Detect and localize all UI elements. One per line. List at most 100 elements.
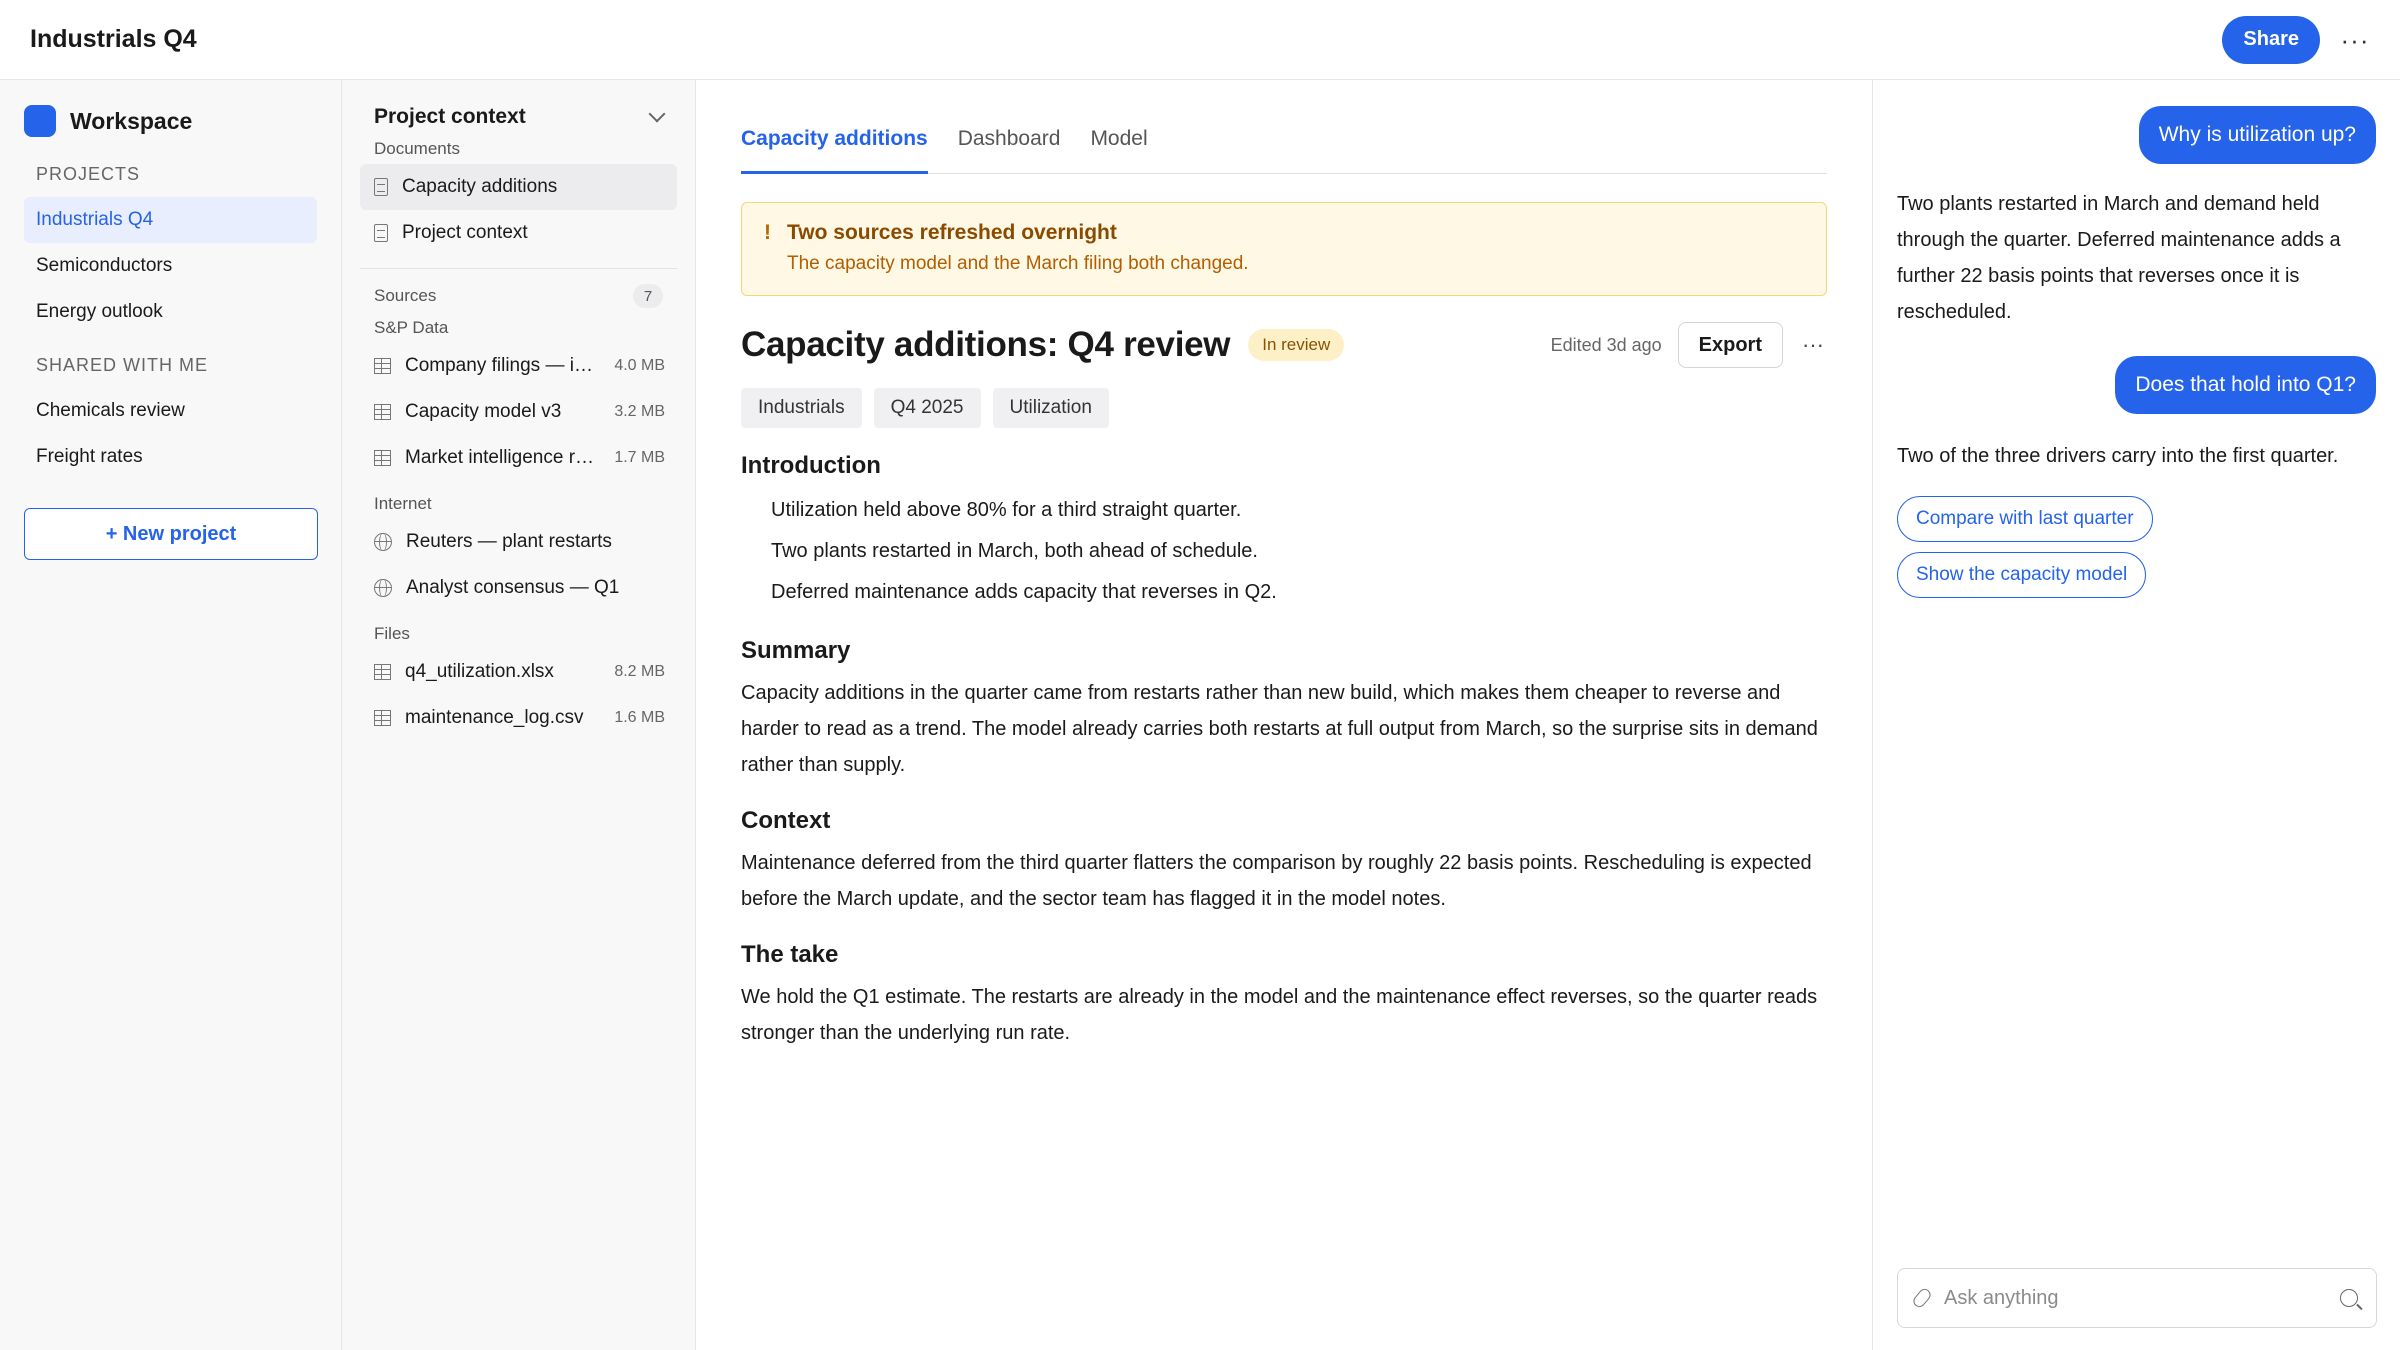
suggestion-chip[interactable]: Compare with last quarter xyxy=(1897,496,2153,542)
shared-heading: SHARED WITH ME xyxy=(36,355,209,375)
new-project-button[interactable]: + New project xyxy=(24,508,318,560)
tab-capacity-additions[interactable]: Capacity additions xyxy=(741,127,928,174)
alert-body: The capacity model and the March filing … xyxy=(787,253,1249,274)
source-item[interactable]: Market intelligence reports 1.7 MB xyxy=(360,435,677,481)
project-context-header[interactable]: Project context xyxy=(360,100,677,134)
document-item[interactable]: Capacity additions xyxy=(360,164,677,210)
chat-input[interactable]: Ask anything xyxy=(1897,1268,2377,1328)
tag[interactable]: Q4 2025 xyxy=(873,388,981,428)
sidebar-item-energy-outlook[interactable]: Energy outlook xyxy=(24,289,317,335)
more-options-icon[interactable]: ··· xyxy=(2340,27,2370,53)
intro-bullet: Utilization held above 80% for a third s… xyxy=(771,499,1242,521)
refresh-alert: ! Two sources refreshed overnight The ca… xyxy=(741,202,1827,296)
project-context-panel: Project context Documents Capacity addit… xyxy=(342,80,696,1350)
table-icon xyxy=(374,358,391,374)
source-name: Reuters — plant restarts xyxy=(406,531,612,552)
suggestion-row: Show the capacity model xyxy=(1897,552,2376,598)
project-context-title: Project context xyxy=(374,105,526,128)
source-name: Company filings — industrials xyxy=(405,355,600,376)
sidebar-item-semiconductors[interactable]: Semiconductors xyxy=(24,243,317,289)
document-icon xyxy=(374,224,388,242)
more-options-icon[interactable]: ··· xyxy=(1799,332,1827,358)
user-message-bubble: Does that hold into Q1? xyxy=(2115,356,2376,414)
suggestion-chip[interactable]: Show the capacity model xyxy=(1897,552,2147,598)
share-button[interactable]: Share xyxy=(2222,15,2320,64)
files-label: Files xyxy=(374,624,410,643)
source-item[interactable]: Capacity model v3 3.2 MB xyxy=(360,389,677,435)
workspace-logo-icon xyxy=(24,105,56,137)
source-name: Analyst consensus — Q1 xyxy=(406,577,620,598)
table-icon xyxy=(374,450,391,466)
sidebar-item-industrials-q4[interactable]: Industrials Q4 xyxy=(24,197,317,243)
intro-bullet: Two plants restarted in March, both ahea… xyxy=(771,540,1258,562)
table-icon xyxy=(374,404,391,420)
sources-header: Sources 7 xyxy=(360,279,677,313)
globe-icon xyxy=(374,533,392,551)
file-name: q4_utilization.xlsx xyxy=(405,661,554,682)
user-message: Why is utilization up? xyxy=(1897,106,2376,164)
document-item[interactable]: Project context xyxy=(360,210,677,256)
chat-input-placeholder[interactable]: Ask anything xyxy=(1944,1287,2324,1310)
file-name: maintenance_log.csv xyxy=(405,707,584,728)
section-heading-the-take: The take xyxy=(741,941,839,968)
document-icon xyxy=(374,178,388,196)
file-size: 3.2 MB xyxy=(614,403,665,420)
tab-dashboard[interactable]: Dashboard xyxy=(958,127,1061,174)
chevron-down-icon[interactable] xyxy=(648,105,666,123)
warning-icon: ! xyxy=(764,221,771,244)
internet-label: Internet xyxy=(374,494,432,513)
section-heading-context: Context xyxy=(741,807,831,834)
tag[interactable]: Utilization xyxy=(992,388,1109,428)
document-name: Capacity additions xyxy=(402,176,558,197)
app-title: Industrials Q4 xyxy=(30,25,197,53)
workspace-switcher[interactable]: Workspace xyxy=(24,104,317,138)
source-item[interactable]: Reuters — plant restarts xyxy=(360,519,677,565)
file-size: 8.2 MB xyxy=(614,663,665,680)
document-meta: Edited 3d ago Export ··· xyxy=(1551,322,1827,368)
document-name: Project context xyxy=(402,222,528,243)
alert-title: Two sources refreshed overnight xyxy=(787,221,1117,244)
chat-panel: Why is utilization up? Two plants restar… xyxy=(1872,80,2400,1350)
sp-data-label: S&P Data xyxy=(374,318,449,337)
edited-timestamp: Edited 3d ago xyxy=(1550,334,1662,355)
table-icon xyxy=(374,710,391,726)
table-icon xyxy=(374,664,391,680)
tab-bar: Capacity additions Dashboard Model xyxy=(741,104,1827,174)
status-badge: In review xyxy=(1248,329,1345,361)
source-name: Market intelligence reports xyxy=(405,447,600,468)
assistant-message: Two of the three drivers carry into the … xyxy=(1897,445,2339,467)
source-item[interactable]: Analyst consensus — Q1 xyxy=(360,565,677,611)
tag[interactable]: Industrials xyxy=(741,388,862,428)
section-heading-introduction: Introduction xyxy=(741,452,881,479)
sources-label: Sources xyxy=(374,286,437,305)
search-icon[interactable] xyxy=(2340,1289,2358,1307)
file-size: 1.7 MB xyxy=(614,449,665,466)
page-title: Capacity additions: Q4 review xyxy=(741,325,1231,364)
alert-content: Two sources refreshed overnight The capa… xyxy=(787,221,1249,277)
source-item[interactable]: Company filings — industrials 4.0 MB xyxy=(360,343,677,389)
sidebar-item-chemicals-review[interactable]: Chemicals review xyxy=(24,388,317,434)
context-paragraph: Maintenance deferred from the third quar… xyxy=(741,852,1812,910)
paperclip-icon[interactable] xyxy=(1910,1286,1934,1310)
file-item[interactable]: q4_utilization.xlsx 8.2 MB xyxy=(360,649,677,695)
file-item[interactable]: maintenance_log.csv 1.6 MB xyxy=(360,695,677,741)
main-content: Capacity additions Dashboard Model ! Two… xyxy=(696,80,1872,1350)
export-button[interactable]: Export xyxy=(1677,322,1783,368)
suggestion-row: Compare with last quarter xyxy=(1897,496,2376,542)
summary-paragraph: Capacity additions in the quarter came f… xyxy=(741,682,1818,776)
top-bar: Industrials Q4 Share ··· xyxy=(0,0,2400,80)
sources-count-badge: 7 xyxy=(633,284,663,308)
documents-label: Documents xyxy=(374,139,460,158)
sidebar: Workspace PROJECTS Industrials Q4 Semico… xyxy=(0,80,342,1350)
intro-bullet: Deferred maintenance adds capacity that … xyxy=(771,581,1277,603)
tab-model[interactable]: Model xyxy=(1090,127,1147,174)
tag-list: Industrials Q4 2025 Utilization xyxy=(741,388,1827,428)
source-name: Capacity model v3 xyxy=(405,401,562,422)
projects-heading: PROJECTS xyxy=(36,164,141,184)
take-paragraph: We hold the Q1 estimate. The restarts ar… xyxy=(741,986,1818,1044)
top-bar-actions: Share ··· xyxy=(2222,15,2370,64)
document-header: Capacity additions: Q4 review In review … xyxy=(741,322,1827,368)
sidebar-item-freight-rates[interactable]: Freight rates xyxy=(24,434,317,480)
divider xyxy=(360,268,677,269)
